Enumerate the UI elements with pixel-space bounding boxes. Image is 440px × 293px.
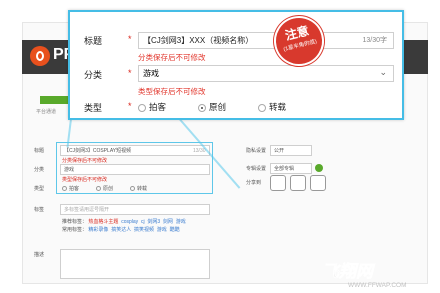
popup-type-required: * (128, 101, 132, 111)
bg-tags-input[interactable]: 多标签请用逗号隔开 (60, 204, 210, 215)
bg-category-label: 分类 (34, 167, 45, 173)
svg-text:WWW.FFWAP.COM: WWW.FFWAP.COM (348, 282, 407, 289)
svg-text:飞翔网: 飞翔网 (322, 262, 376, 282)
popup-type-option-yuanchuang[interactable]: 原创 (198, 101, 226, 113)
popup-title-required: * (128, 34, 132, 44)
progress-label: 平台通道 (36, 109, 57, 115)
popup-type-label: 类型 (84, 103, 103, 113)
common-tags: 常用标签： 精彩录像 搞笑达人 搞笑视频 游戏 酷酷 (62, 227, 180, 233)
chevron-down-icon: ⌄ (379, 67, 387, 77)
radio-selected-icon (198, 103, 206, 112)
recommended-tags: 推荐标签： 热血格斗主题 cosplay cj 剑网3 剑网 游戏 (62, 219, 186, 225)
popup-category-select[interactable]: 游戏 ⌄ (138, 65, 394, 82)
popup-title-input[interactable]: 【CJ剑网3】XXX（视频名称） 13/30字 (138, 32, 394, 49)
popup-type-option-zhuanzai[interactable]: 转载 (258, 101, 286, 113)
share-qq-icon[interactable] (290, 175, 306, 191)
highlight-frame (56, 142, 213, 194)
site-watermark: 飞翔网 WWW.FFWAP.COM (322, 262, 407, 289)
popup-category-label: 分类 (84, 70, 103, 80)
bg-desc-label: 描述 (34, 252, 45, 258)
privacy-select[interactable]: 公开 (270, 145, 312, 156)
popup-title-label: 标题 (84, 36, 103, 46)
share-label: 分享到 (246, 180, 262, 186)
bg-type-label: 类型 (34, 186, 45, 192)
bg-tags-label: 标签 (34, 207, 45, 213)
radio-icon (258, 103, 266, 112)
popup-type-option-paike[interactable]: 拍客 (138, 101, 166, 113)
add-album-icon[interactable] (315, 164, 323, 172)
popup-category-required: * (128, 68, 132, 78)
popup-type-note: 类型保存后不可修改 (138, 87, 206, 96)
share-renren-icon[interactable] (310, 175, 326, 191)
popup-category-note: 分类保存后不可修改 (138, 53, 206, 62)
album-label: 专辑设置 (246, 166, 267, 172)
privacy-label: 隐私设置 (246, 148, 267, 154)
zoomed-callout: 标题 * 【CJ剑网3】XXX（视频名称） 13/30字 分类保存后不可修改 分… (68, 10, 404, 120)
share-weibo-icon[interactable] (270, 175, 286, 191)
bg-desc-textarea[interactable] (60, 249, 210, 279)
album-select[interactable]: 全部专辑 (270, 163, 312, 174)
radio-icon (138, 103, 146, 112)
pptv-logo-icon (30, 46, 50, 66)
bg-title-label: 标题 (34, 148, 45, 154)
